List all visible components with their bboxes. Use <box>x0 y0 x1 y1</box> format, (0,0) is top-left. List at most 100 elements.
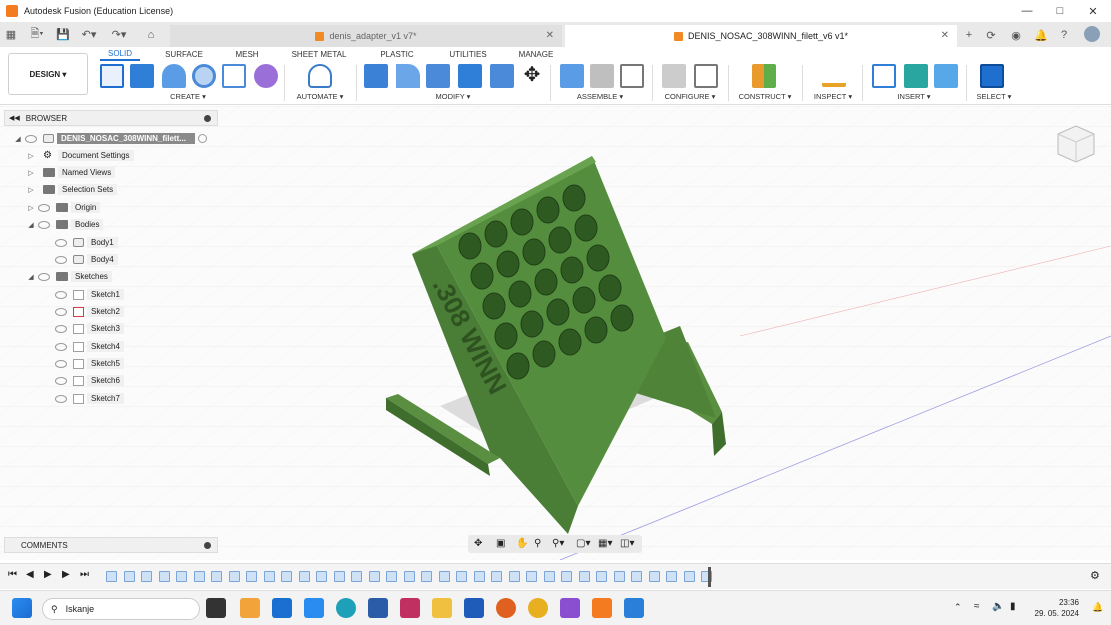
app-icon[interactable] <box>400 598 420 618</box>
comments-panel[interactable]: COMMENTS <box>4 537 218 553</box>
timeline-feature-icon[interactable] <box>613 571 625 582</box>
select-icon[interactable] <box>980 64 1004 88</box>
start-icon[interactable] <box>12 598 32 618</box>
tree-sketch4[interactable]: Sketch4 <box>52 339 124 354</box>
visibility-icon[interactable] <box>38 220 50 229</box>
step-forward-icon[interactable]: ▶ <box>62 569 70 580</box>
chrome-icon[interactable] <box>528 598 548 618</box>
joint-icon[interactable] <box>590 64 614 88</box>
tray-chevron-icon[interactable]: ⌃ <box>954 602 962 613</box>
timeline-feature-icon[interactable] <box>508 571 520 582</box>
timeline-marker[interactable] <box>708 567 711 587</box>
timeline-feature-icon[interactable] <box>543 571 555 582</box>
timeline-feature-icon[interactable] <box>578 571 590 582</box>
extrude-icon[interactable] <box>130 64 154 88</box>
step-back-icon[interactable]: ◀ <box>26 569 34 580</box>
timeline-settings-icon[interactable]: ⚙ <box>1090 569 1100 582</box>
hole-icon[interactable] <box>192 64 216 88</box>
jobs-icon[interactable]: ◉ <box>1005 24 1027 46</box>
configure-icon[interactable] <box>662 64 686 88</box>
tree-sketch3[interactable]: Sketch3 <box>52 321 124 336</box>
3d-viewport[interactable]: .308 WINN <box>0 106 1111 560</box>
edge-icon[interactable] <box>336 598 356 618</box>
timeline-feature-icon[interactable] <box>491 571 502 582</box>
orbit-icon[interactable]: ✥ <box>474 538 482 549</box>
task-view-icon[interactable] <box>206 598 226 618</box>
timeline-feature-icon[interactable] <box>631 571 642 582</box>
tab-solid[interactable]: SOLID <box>100 47 140 61</box>
close-button[interactable]: ✕ <box>1076 0 1110 22</box>
file-explorer-icon[interactable] <box>432 598 452 618</box>
expand-icon[interactable]: ◢ <box>27 273 35 281</box>
visibility-icon[interactable] <box>55 324 67 333</box>
mail-icon[interactable] <box>272 598 292 618</box>
shell-icon[interactable] <box>458 64 482 88</box>
tree-sketch1[interactable]: Sketch1 <box>52 287 124 302</box>
timeline-feature-icon[interactable] <box>456 571 467 582</box>
timeline-feature-icon[interactable] <box>333 571 345 582</box>
visibility-icon[interactable] <box>38 203 50 212</box>
construct-menu[interactable]: CONSTRUCT ▾ <box>734 92 796 101</box>
create-menu[interactable]: CREATE ▾ <box>160 92 216 101</box>
canvas-svg[interactable]: .308 WINN <box>0 106 1111 560</box>
tree-bodies[interactable]: ◢ Bodies <box>27 217 104 232</box>
visibility-icon[interactable] <box>55 342 67 351</box>
tree-named-views[interactable]: ▷ Named Views <box>27 165 116 180</box>
tree-sketch2[interactable]: Sketch2 <box>52 304 124 319</box>
timeline-feature-icon[interactable] <box>123 571 135 582</box>
app-icon-2[interactable] <box>496 598 516 618</box>
tab-surface[interactable]: SURFACE <box>158 47 210 61</box>
avatar[interactable] <box>1084 26 1100 42</box>
visibility-icon[interactable] <box>55 255 67 264</box>
tree-document-settings[interactable]: ▷ ⚙ Document Settings <box>27 148 134 163</box>
tree-body1[interactable]: Body1 <box>52 235 118 250</box>
tree-sketch7[interactable]: Sketch7 <box>52 391 124 406</box>
timeline-feature-icon[interactable] <box>176 571 187 582</box>
undo-icon[interactable]: ↶▾ <box>74 24 104 46</box>
timeline-feature-icon[interactable] <box>351 571 362 582</box>
activate-icon[interactable] <box>198 134 207 143</box>
visibility-icon[interactable] <box>55 238 67 247</box>
tab-sheet-metal[interactable]: SHEET METAL <box>286 47 352 61</box>
expand-icon[interactable]: ◢ <box>14 135 22 143</box>
timeline-feature-icon[interactable] <box>666 571 677 582</box>
tab-manage[interactable]: MANAGE <box>512 47 560 61</box>
expand-icon[interactable]: ▷ <box>27 204 35 212</box>
visibility-icon[interactable] <box>55 359 67 368</box>
configure-menu[interactable]: CONFIGURE ▾ <box>656 92 724 101</box>
word-icon[interactable] <box>464 598 484 618</box>
minimize-button[interactable]: — <box>1010 0 1044 22</box>
timeline-feature-icon[interactable] <box>211 571 222 582</box>
sync-icon[interactable]: ⟳ <box>980 24 1002 46</box>
new-tab-icon[interactable]: + <box>958 24 980 46</box>
timeline-feature-icon[interactable] <box>246 571 257 582</box>
timeline-feature-icon[interactable] <box>526 571 537 582</box>
notifications-icon[interactable]: 🔔 <box>1030 24 1052 46</box>
expand-icon[interactable]: ▷ <box>27 186 35 194</box>
battery-icon[interactable]: ▮ <box>1010 601 1016 612</box>
help-icon[interactable]: ? <box>1053 24 1075 46</box>
expand-icon[interactable]: ▷ <box>27 152 35 160</box>
timeline-feature-icon[interactable] <box>228 571 240 582</box>
timeline-feature-icon[interactable] <box>438 571 450 582</box>
close-tab-icon[interactable]: ✕ <box>941 30 949 41</box>
expand-icon[interactable]: ▷ <box>27 169 35 177</box>
browser-panel-header[interactable]: ◀◀ BROWSER <box>4 110 218 126</box>
bom-icon[interactable] <box>620 64 644 88</box>
timeline-feature-icon[interactable] <box>403 571 415 582</box>
maximize-button[interactable]: □ <box>1043 0 1077 22</box>
visibility-icon[interactable] <box>55 307 67 316</box>
visibility-icon[interactable] <box>38 272 50 281</box>
look-at-icon[interactable]: ▣ <box>496 538 505 549</box>
close-tab-icon[interactable]: ✕ <box>546 30 554 41</box>
visual-studio-icon[interactable] <box>560 598 580 618</box>
tab-denis-nosac[interactable]: DENIS_NOSAC_308WINN_filett_v6 v1* ✕ <box>565 25 957 47</box>
tree-body4[interactable]: Body4 <box>52 252 118 267</box>
save-icon[interactable]: 💾 <box>52 24 74 46</box>
file-menu-icon[interactable]: 🗎▾ <box>22 24 52 46</box>
timeline-feature-icon[interactable] <box>316 571 327 582</box>
collapse-icon[interactable]: ◀◀ <box>9 114 20 122</box>
timeline-feature-icon[interactable] <box>298 571 310 582</box>
timeline-feature-icon[interactable] <box>158 571 170 582</box>
visibility-icon[interactable] <box>55 290 67 299</box>
